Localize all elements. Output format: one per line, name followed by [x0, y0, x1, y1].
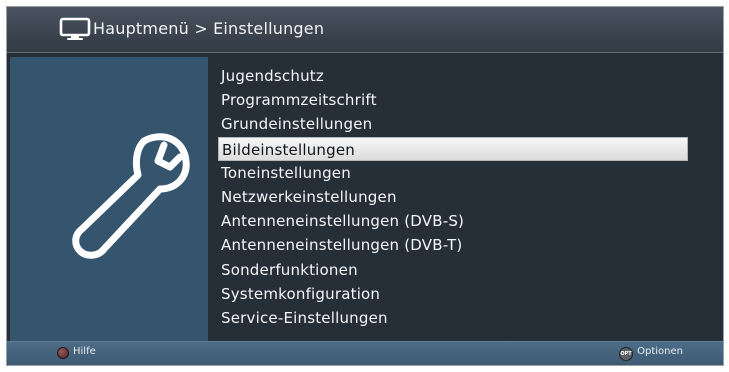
- menu-item[interactable]: Service-Einstellungen: [218, 306, 688, 330]
- menu-item[interactable]: Toneinstellungen: [218, 161, 688, 185]
- menu-item[interactable]: Jugendschutz: [218, 64, 688, 88]
- menu-item[interactable]: Antenneneinstellungen (DVB-S): [218, 209, 688, 233]
- red-button-icon[interactable]: [57, 347, 69, 359]
- options-label[interactable]: Optionen: [637, 346, 683, 357]
- menu-item[interactable]: Systemkonfiguration: [218, 282, 688, 306]
- menu-item[interactable]: Sonderfunktionen: [218, 258, 688, 282]
- help-label[interactable]: Hilfe: [73, 346, 96, 357]
- opt-button-icon[interactable]: OPT: [619, 347, 633, 361]
- settings-menu: Jugendschutz Programmzeitschrift Grundeins…: [218, 64, 688, 330]
- menu-item[interactable]: Bildeinstellungen: [218, 136, 688, 161]
- category-panel: [10, 57, 208, 345]
- menu-item[interactable]: Antenneneinstellungen (DVB-T): [218, 233, 688, 257]
- footer-bar: Hilfe OPT Optionen: [7, 341, 723, 365]
- breadcrumb: Hauptmenü > Einstellungen: [93, 19, 325, 38]
- settings-screen: Hauptmenü > Einstellungen Jugendschutz Pr…: [6, 6, 724, 366]
- menu-item[interactable]: Grundeinstellungen: [218, 112, 688, 136]
- menu-item[interactable]: Netzwerkeinstellungen: [218, 185, 688, 209]
- header-bar: Hauptmenü > Einstellungen: [7, 7, 723, 53]
- wrench-icon: [72, 133, 190, 259]
- menu-item[interactable]: Programmzeitschrift: [218, 88, 688, 112]
- tv-icon: [59, 17, 91, 40]
